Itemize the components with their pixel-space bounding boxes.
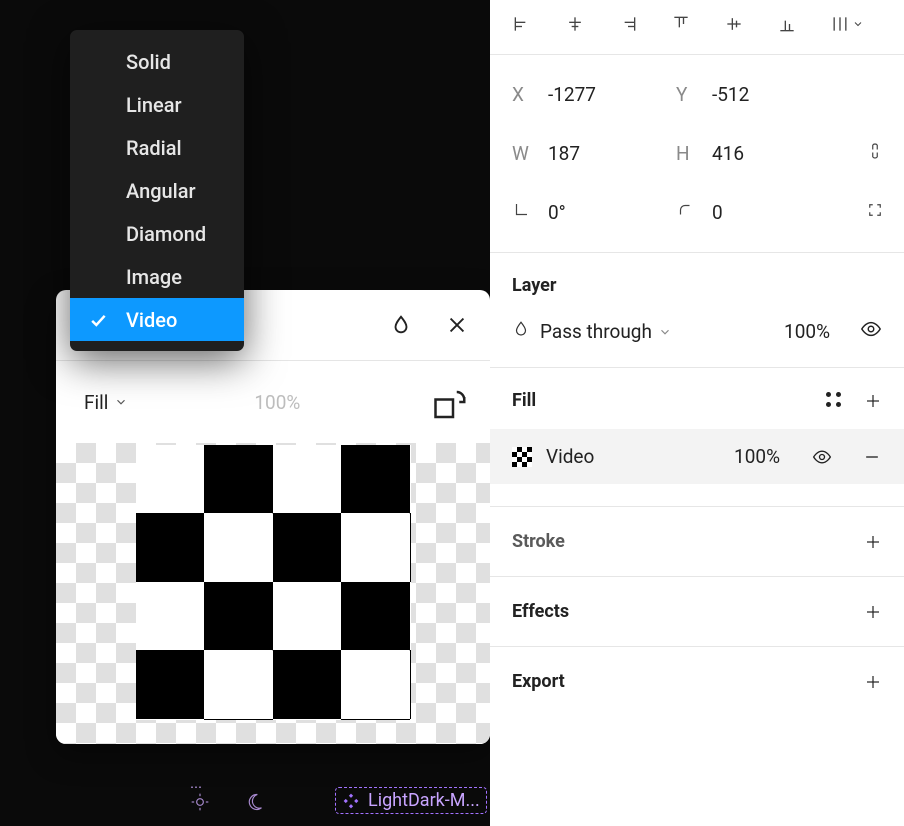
rotation-icon xyxy=(512,201,540,224)
add-fill-button[interactable] xyxy=(864,392,882,410)
chevron-down-icon xyxy=(658,325,672,339)
fill-type-menu: Solid Linear Radial Angular Diamond Image Vide… xyxy=(70,30,244,351)
corner-radius-icon xyxy=(676,201,704,224)
layer-section: Layer Pass through 100% xyxy=(490,253,904,367)
fill-type-option-label: Solid xyxy=(126,50,171,74)
fill-panel: Fill 100% xyxy=(56,290,490,744)
transform-section: X -1277 Y -512 W 187 H 416 0° 0 xyxy=(490,55,904,252)
align-bottom-icon[interactable] xyxy=(777,14,797,34)
export-section: Export xyxy=(490,647,904,716)
chevron-down-icon xyxy=(852,18,864,30)
properties-panel: X -1277 Y -512 W 187 H 416 0° 0 Layer xyxy=(490,0,904,826)
add-effect-button[interactable] xyxy=(864,603,882,621)
layer-opacity-value[interactable]: 100% xyxy=(784,320,830,343)
layer-section-title: Layer xyxy=(512,275,557,296)
effects-section: Effects xyxy=(490,577,904,646)
fill-entry-name: Video xyxy=(546,445,594,468)
rotate-fill-button[interactable] xyxy=(434,388,462,416)
fill-preview-content xyxy=(136,445,411,720)
align-top-icon[interactable] xyxy=(671,14,691,34)
w-value[interactable]: 187 xyxy=(548,142,668,165)
w-label: W xyxy=(512,142,540,165)
h-label: H xyxy=(676,142,704,165)
rotation-value[interactable]: 0° xyxy=(548,201,668,224)
fill-mode-dropdown[interactable]: Fill xyxy=(84,391,128,414)
fill-type-option-label: Linear xyxy=(126,93,182,117)
fill-type-option-radial[interactable]: Radial xyxy=(70,126,244,169)
fill-type-option-angular[interactable]: Angular xyxy=(70,169,244,212)
stroke-section: Stroke xyxy=(490,507,904,576)
add-stroke-button[interactable] xyxy=(864,533,882,551)
remove-fill-button[interactable] xyxy=(862,447,882,467)
component-chip-label: LightDark-M... xyxy=(368,790,480,811)
fill-swatch[interactable] xyxy=(512,447,532,467)
fill-preview[interactable] xyxy=(56,443,490,744)
fill-type-option-label: Video xyxy=(126,308,177,332)
fill-type-option-image[interactable]: Image xyxy=(70,255,244,298)
h-value[interactable]: 416 xyxy=(712,142,832,165)
add-export-button[interactable] xyxy=(864,673,882,691)
align-hcenter-icon[interactable] xyxy=(565,14,585,34)
x-value[interactable]: -1277 xyxy=(548,83,668,106)
fill-section: Fill Video 100% xyxy=(490,368,904,506)
align-left-icon[interactable] xyxy=(512,14,532,34)
canvas-mode-icons: ⋯ xyxy=(190,792,264,816)
fill-type-option-diamond[interactable]: Diamond xyxy=(70,212,244,255)
fill-section-title: Fill xyxy=(512,390,536,411)
fill-styles-button[interactable] xyxy=(826,392,844,410)
effects-section-title: Effects xyxy=(512,601,569,622)
fill-type-option-label: Angular xyxy=(126,179,196,203)
chevron-down-icon xyxy=(114,395,128,409)
fill-panel-controls: Fill 100% xyxy=(56,361,490,443)
blend-mode-value: Pass through xyxy=(540,320,652,343)
moon-icon[interactable] xyxy=(244,792,264,812)
x-label: X xyxy=(512,83,540,106)
sun-icon[interactable] xyxy=(190,792,210,812)
distribute-dropdown[interactable] xyxy=(830,14,864,34)
export-section-title: Export xyxy=(512,671,565,692)
corner-radius-value[interactable]: 0 xyxy=(712,201,832,224)
component-chip[interactable]: LightDark-M... xyxy=(335,787,487,814)
align-vcenter-icon[interactable] xyxy=(724,14,744,34)
fill-visibility-toggle[interactable] xyxy=(812,447,832,467)
alignment-row xyxy=(490,0,904,54)
fill-type-option-linear[interactable]: Linear xyxy=(70,83,244,126)
fill-entry-opacity[interactable]: 100% xyxy=(734,445,780,468)
align-right-icon[interactable] xyxy=(618,14,638,34)
blend-mode-dropdown[interactable]: Pass through xyxy=(540,320,672,343)
distribute-icon xyxy=(830,14,850,34)
fill-type-option-label: Image xyxy=(126,265,182,289)
fill-type-option-video[interactable]: Video xyxy=(70,298,244,341)
independent-corners-button[interactable] xyxy=(866,201,884,224)
blend-droplet-icon[interactable] xyxy=(390,314,412,336)
layer-visibility-toggle[interactable] xyxy=(860,318,882,345)
fill-entry[interactable]: Video 100% xyxy=(490,429,904,484)
y-value[interactable]: -512 xyxy=(712,83,832,106)
close-icon[interactable] xyxy=(446,314,468,336)
fill-mode-label: Fill xyxy=(84,391,108,414)
blend-mode-icon xyxy=(512,320,530,343)
fill-type-option-label: Diamond xyxy=(126,222,206,246)
fill-type-option-solid[interactable]: Solid xyxy=(70,40,244,83)
stroke-section-title: Stroke xyxy=(512,531,565,552)
link-dimensions-button[interactable] xyxy=(866,142,884,165)
component-icon xyxy=(342,792,360,810)
fill-type-option-label: Radial xyxy=(126,136,182,160)
check-icon xyxy=(88,310,108,330)
fill-opacity-value[interactable]: 100% xyxy=(254,391,300,414)
y-label: Y xyxy=(676,83,704,106)
